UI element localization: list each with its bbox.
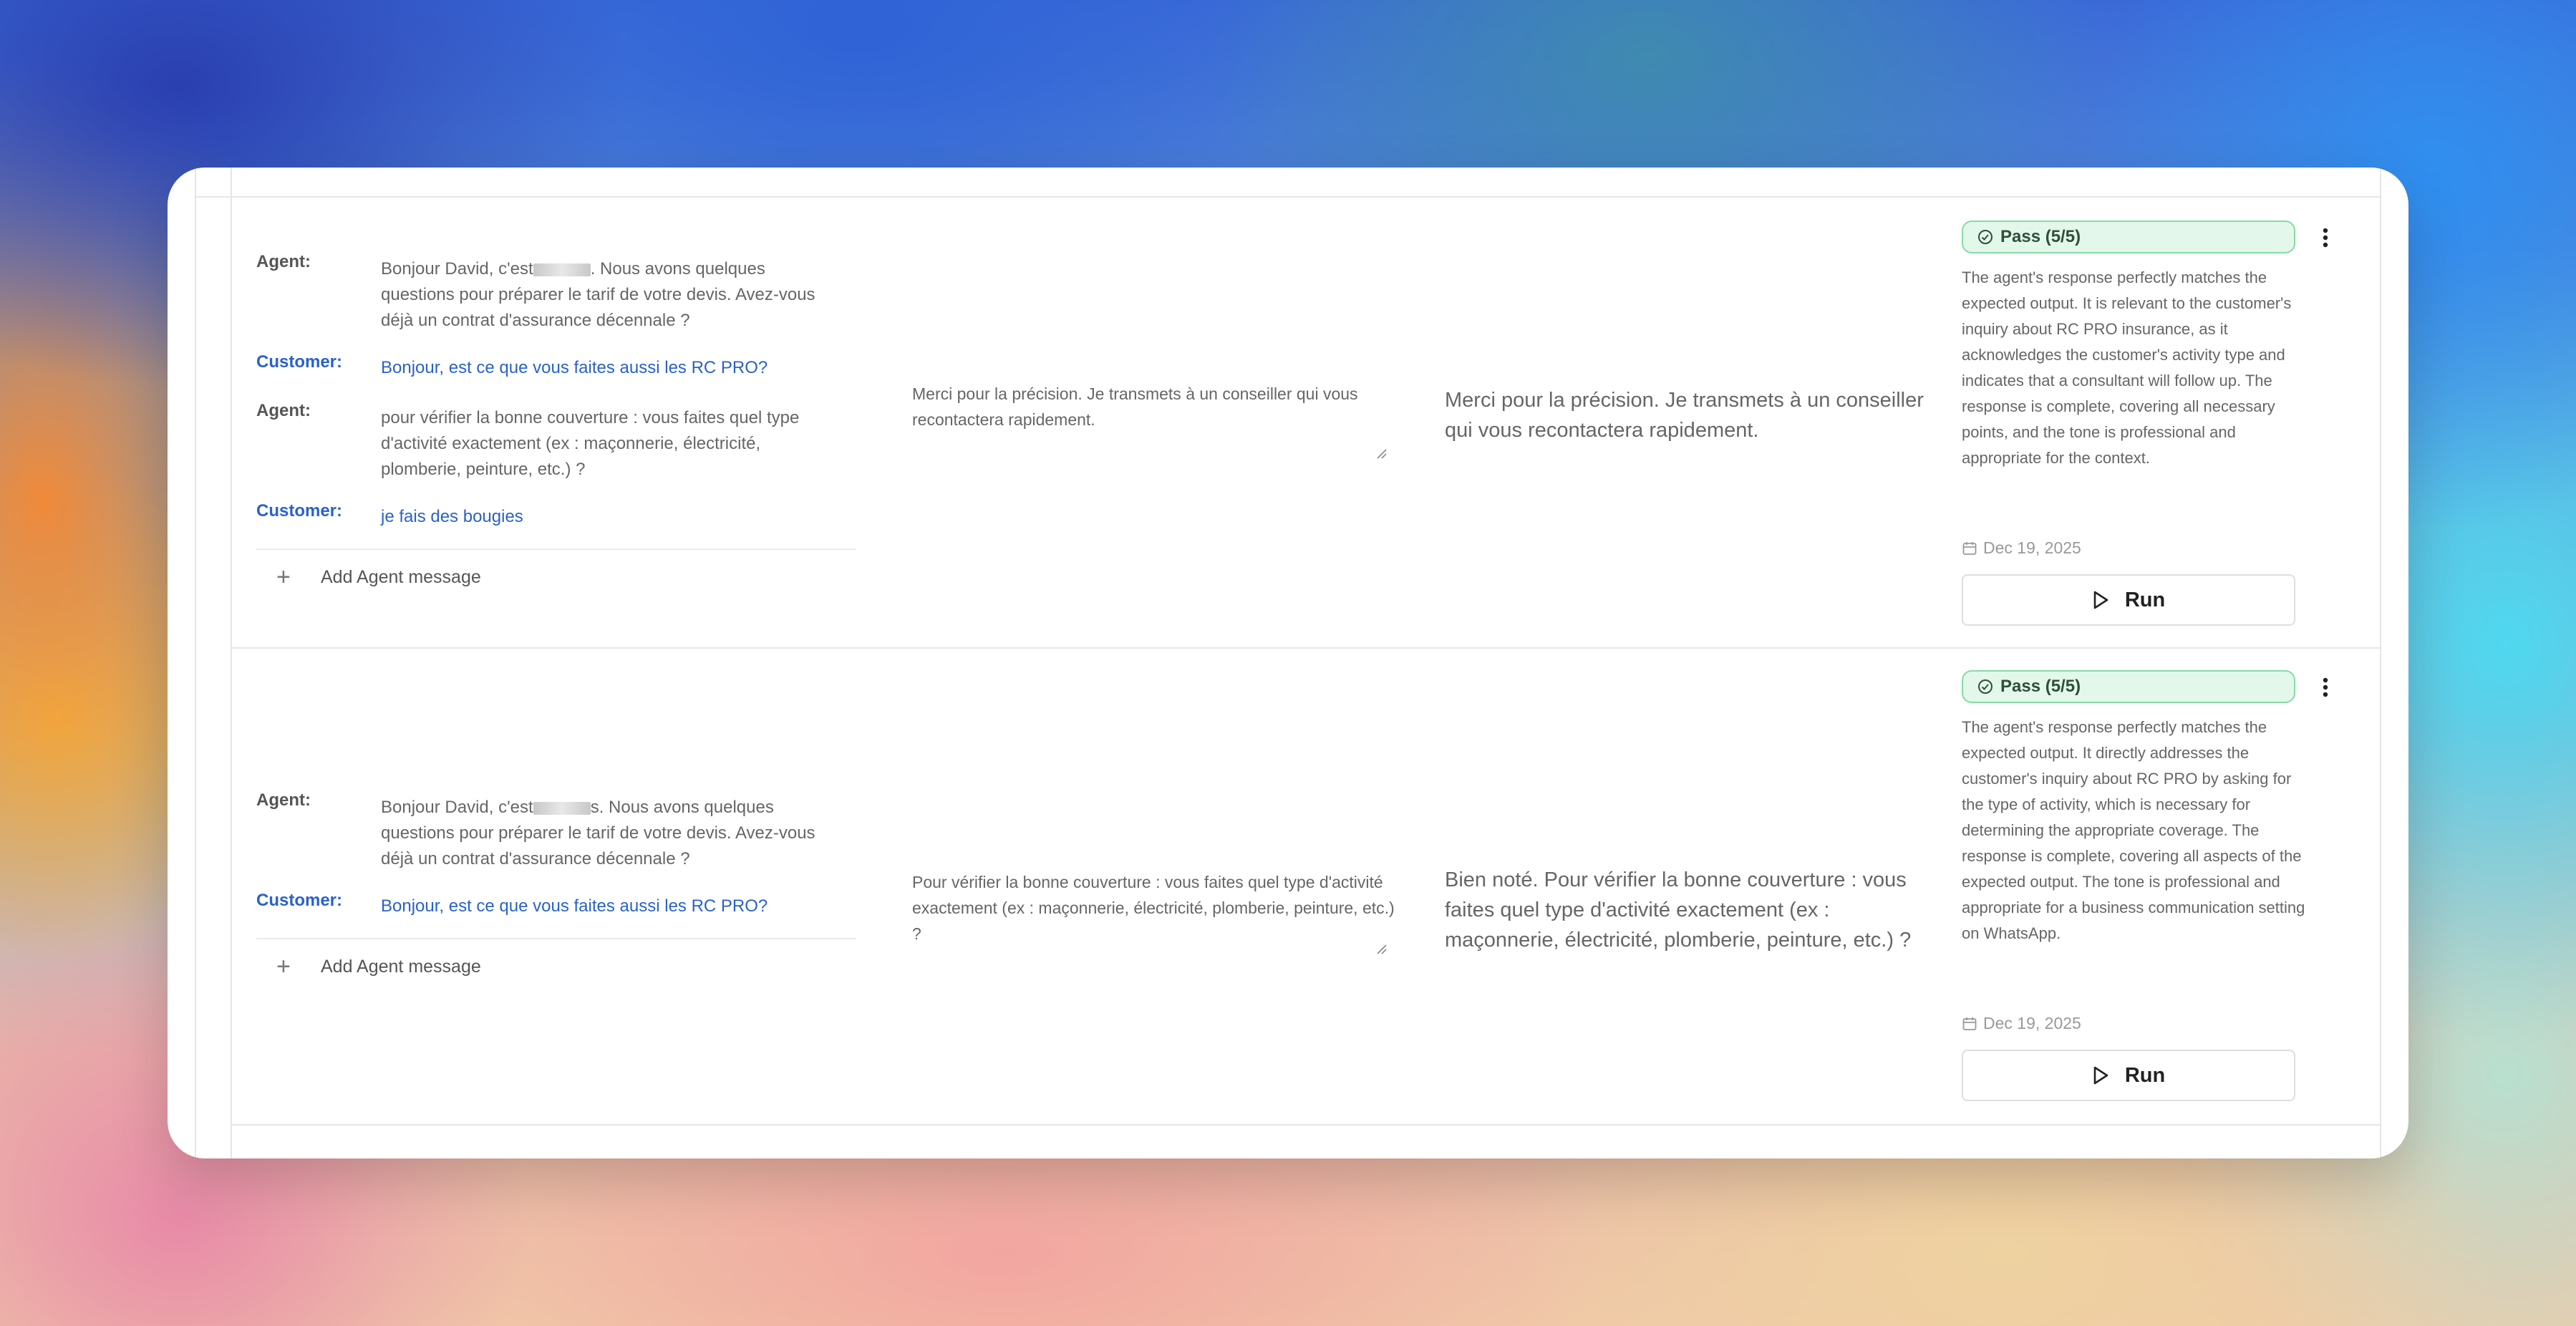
actual-output-text: Pour vérifier la bonne couverture : vous… [912, 873, 1395, 943]
message-role: Agent: [256, 252, 311, 271]
evaluation-reason: The agent's response perfectly matches t… [1962, 268, 2292, 467]
expected-output: Bien noté. Pour vérifier la bonne couver… [1445, 868, 1912, 952]
pass-badge: Pass (5/5) [1962, 670, 2295, 703]
actual-output-textarea[interactable]: Merci pour la précision. Je transmets à … [912, 381, 1396, 467]
conversation-column: Agent: Bonjour David, c'est s. Nous avons… [256, 650, 856, 1126]
message-text: Bonjour David, c'est s. Nous avons quelqu… [381, 795, 825, 872]
message-agent: Agent: Bonjour David, c'est s. Nous avons… [256, 790, 856, 869]
run-label: Run [2124, 588, 2166, 611]
pass-badge: Pass (5/5) [1962, 221, 2295, 253]
run-label: Run [2124, 1063, 2166, 1087]
actual-output-text: Merci pour la précision. Je transmets à … [912, 384, 1358, 429]
evaluation-result: Pass (5/5) The agent's response perfectl… [1962, 650, 2328, 1126]
message-role: Agent: [256, 790, 311, 810]
test-case-row: Agent: Bonjour David, c'est s. Nous avons… [232, 650, 2380, 1126]
run-button[interactable]: Run [1962, 1050, 2295, 1101]
conversation-divider [256, 548, 856, 550]
kebab-menu-icon[interactable] [2318, 673, 2333, 702]
conversation-divider [256, 938, 856, 939]
evaluation-date: Dec 19, 2025 [1962, 538, 2081, 558]
badge-label: Pass (5/5) [2000, 677, 2081, 696]
message-text: pour vérifier la bonne couverture : vous… [381, 408, 800, 479]
message-text: Bonjour, est ce que vous faites aussi le… [381, 896, 768, 916]
message-text: Bonjour, est ce que vous faites aussi le… [381, 358, 768, 377]
play-icon [2093, 1066, 2108, 1085]
message-agent: Agent: pour vérifier la bonne couverture… [256, 401, 856, 480]
evaluation-reason: The agent's response perfectly matches t… [1962, 718, 2305, 942]
check-circle-icon [1978, 679, 1992, 694]
add-agent-message-label: Add Agent message [321, 566, 481, 587]
calendar-icon [1962, 541, 1977, 555]
test-case-row: Agent: Bonjour David, c'est. Nous avons … [232, 198, 2380, 649]
add-agent-message-label: Add Agent message [321, 956, 481, 977]
message-role: Agent: [256, 401, 311, 420]
conversation-column: Agent: Bonjour David, c'est. Nous avons … [256, 198, 856, 649]
message-role: Customer: [256, 891, 343, 910]
badge-label: Pass (5/5) [2000, 227, 2081, 246]
redacted-name [533, 801, 591, 815]
redacted-name [533, 263, 591, 276]
plus-icon: + [276, 563, 291, 591]
message-role: Customer: [256, 352, 343, 372]
message-text-start: Bonjour David, c'est [381, 798, 533, 817]
actual-output-textarea[interactable]: Pour vérifier la bonne couverture : vous… [912, 869, 1396, 962]
message-role: Customer: [256, 501, 343, 521]
date-label: Dec 19, 2025 [1983, 538, 2081, 557]
plus-icon: + [276, 953, 291, 980]
check-circle-icon [1978, 230, 1992, 244]
kebab-menu-icon[interactable] [2318, 223, 2333, 252]
evaluation-date: Dec 19, 2025 [1962, 1014, 2081, 1033]
evaluation-result: Pass (5/5) The agent's response perfectl… [1962, 198, 2328, 649]
add-agent-message-button[interactable]: + Add Agent message [256, 952, 543, 981]
app-window: Agent: Bonjour David, c'est. Nous avons … [168, 168, 2408, 1158]
message-customer: Customer: Bonjour, est ce que vous faite… [256, 352, 856, 381]
resize-handle-icon[interactable] [1375, 447, 1388, 460]
expected-output: Merci pour la précision. Je transmets à … [1445, 389, 1924, 442]
play-icon [2093, 591, 2108, 609]
calendar-icon [1962, 1017, 1977, 1030]
message-customer: Customer: Bonjour, est ce que vous faite… [256, 891, 856, 919]
test-cases-table: Agent: Bonjour David, c'est. Nous avons … [195, 168, 2381, 1158]
message-text: Bonjour David, c'est. Nous avons quelque… [381, 256, 825, 334]
message-customer: Customer: je fais des bougies [256, 501, 856, 530]
run-button[interactable]: Run [1962, 574, 2295, 626]
message-agent: Agent: Bonjour David, c'est. Nous avons … [256, 252, 856, 331]
add-agent-message-button[interactable]: + Add Agent message [256, 563, 543, 591]
message-text-start: Bonjour David, c'est [381, 259, 533, 279]
resize-handle-icon[interactable] [1375, 942, 1388, 955]
message-text: je fais des bougies [381, 507, 523, 526]
date-label: Dec 19, 2025 [1983, 1014, 2081, 1032]
